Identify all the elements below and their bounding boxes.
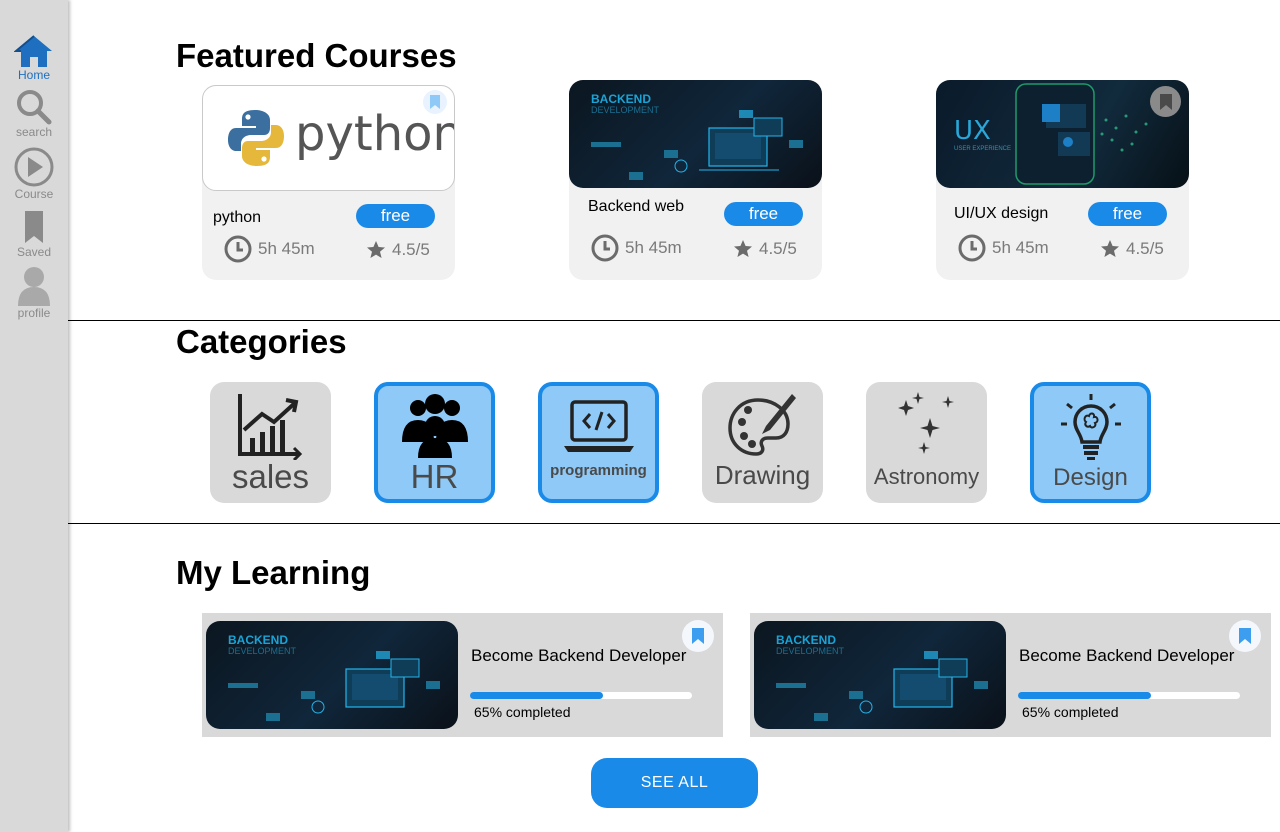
category-label: sales xyxy=(231,458,310,495)
progress-fill xyxy=(1018,692,1152,699)
bookmark-button[interactable] xyxy=(682,620,714,652)
categories-heading: Categories xyxy=(176,323,347,360)
category-design[interactable]: Design xyxy=(1030,382,1151,503)
duration: 5h 45m xyxy=(958,234,1049,262)
rating-text: 4.5/5 xyxy=(1126,239,1164,258)
sidebar-item-label: Course xyxy=(14,187,54,201)
bookmark-icon xyxy=(1239,628,1251,644)
bookmark-icon xyxy=(25,211,43,243)
bookmark-button[interactable] xyxy=(423,90,447,114)
backend-illustration xyxy=(776,651,988,721)
learning-card[interactable]: BACKEND DEVELOPMENT Become Backend Devel… xyxy=(202,613,723,737)
category-label: Design xyxy=(1053,464,1128,491)
category-hr[interactable]: HR xyxy=(374,382,495,503)
duration-text: 5h 45m xyxy=(992,238,1049,257)
python-logo-text: python xyxy=(295,106,455,162)
learning-course-title: Become Backend Developer xyxy=(1019,646,1235,665)
sidebar-item-label: Home xyxy=(17,68,50,82)
category-sales[interactable]: sales xyxy=(210,382,331,503)
duration: 5h 45m xyxy=(224,235,315,263)
category-label: programming xyxy=(550,462,647,479)
bookmark-button[interactable] xyxy=(1229,620,1261,652)
rating-text: 4.5/5 xyxy=(392,240,430,259)
sidebar-item-profile[interactable]: profile xyxy=(0,266,68,320)
section-divider xyxy=(68,523,1280,524)
course-card-backend[interactable]: BACKEND DEVELOPMENT Backend web free 5h … xyxy=(569,80,822,280)
rating: 4.5/5 xyxy=(1100,239,1164,259)
category-label: Astronomy xyxy=(873,464,980,489)
app-root: Home search Course Saved profile Feature… xyxy=(0,0,1280,832)
duration-text: 5h 45m xyxy=(258,239,315,258)
category-astronomy[interactable]: Astronomy xyxy=(866,382,987,503)
home-icon xyxy=(14,35,52,67)
progress-fill xyxy=(470,692,604,699)
lightbulb-icon xyxy=(1061,394,1121,460)
category-programming[interactable]: programming xyxy=(538,382,659,503)
course-thumbnail: BACKEND DEVELOPMENT xyxy=(569,80,822,188)
price-badge[interactable]: free xyxy=(1088,202,1167,226)
category-label: HR xyxy=(410,458,459,495)
sidebar-item-label: profile xyxy=(17,306,51,320)
learning-course-title: Become Backend Developer xyxy=(471,646,687,665)
sidebar-item-label: search xyxy=(15,125,53,139)
palette-icon xyxy=(728,394,796,456)
progress-bar xyxy=(470,692,692,699)
bookmark-button[interactable] xyxy=(1150,86,1181,117)
people-icon xyxy=(402,394,468,458)
course-card-uiux[interactable]: UX USER EXPERIENCE UI/UX design free 5h … xyxy=(936,80,1189,280)
python-logo-icon xyxy=(228,110,284,166)
backend-illustration xyxy=(591,110,803,180)
sidebar-item-home[interactable]: Home xyxy=(0,34,68,82)
my-learning-heading: My Learning xyxy=(176,554,371,591)
clock-icon xyxy=(224,235,252,263)
course-thumbnail: python xyxy=(202,85,455,191)
category-label: Drawing xyxy=(714,460,811,490)
course-card-python[interactable]: python python free 5h 45m 4.5/5 xyxy=(202,85,455,280)
course-title: UI/UX design xyxy=(954,205,1049,222)
rating: 4.5/5 xyxy=(733,239,797,259)
price-badge[interactable]: free xyxy=(724,202,803,226)
sidebar-item-search[interactable]: search xyxy=(0,89,68,139)
stars-icon xyxy=(898,392,954,454)
user-icon xyxy=(18,267,50,306)
price-badge[interactable]: free xyxy=(356,204,435,228)
course-thumbnail: UX USER EXPERIENCE xyxy=(936,80,1189,188)
category-drawing[interactable]: Drawing xyxy=(702,382,823,503)
code-laptop-icon xyxy=(564,400,634,452)
rating: 4.5/5 xyxy=(366,240,430,260)
clock-icon xyxy=(591,234,619,262)
progress-bar xyxy=(1018,692,1240,699)
sidebar-item-saved[interactable]: Saved xyxy=(0,209,68,259)
star-icon xyxy=(1101,240,1119,257)
course-thumbnail: BACKEND DEVELOPMENT xyxy=(754,621,1006,729)
play-icon xyxy=(14,147,54,187)
section-divider xyxy=(68,320,1280,321)
featured-courses-heading: Featured Courses xyxy=(176,37,457,74)
sidebar-item-course[interactable]: Course xyxy=(0,147,68,201)
see-all-button[interactable]: SEE ALL xyxy=(591,758,758,808)
sidebar-item-label: Saved xyxy=(16,245,52,259)
sidebar: Home search Course Saved profile xyxy=(0,0,68,832)
rating-text: 4.5/5 xyxy=(759,239,797,258)
progress-label: 65% completed xyxy=(1022,704,1119,720)
duration-text: 5h 45m xyxy=(625,238,682,257)
star-icon xyxy=(367,241,385,258)
progress-label: 65% completed xyxy=(474,704,571,720)
learning-card[interactable]: BACKEND DEVELOPMENT Become Backend Devel… xyxy=(750,613,1271,737)
bookmark-icon xyxy=(430,95,440,109)
clock-icon xyxy=(958,234,986,262)
backend-illustration xyxy=(228,651,440,721)
course-title: python xyxy=(213,209,262,226)
bookmark-icon xyxy=(692,628,704,644)
search-icon xyxy=(17,90,52,125)
duration: 5h 45m xyxy=(591,234,682,262)
bookmark-icon xyxy=(1159,93,1172,110)
chart-icon xyxy=(238,394,303,460)
course-thumbnail: BACKEND DEVELOPMENT xyxy=(206,621,458,729)
course-title: Backend web xyxy=(588,198,685,215)
star-icon xyxy=(734,240,752,257)
